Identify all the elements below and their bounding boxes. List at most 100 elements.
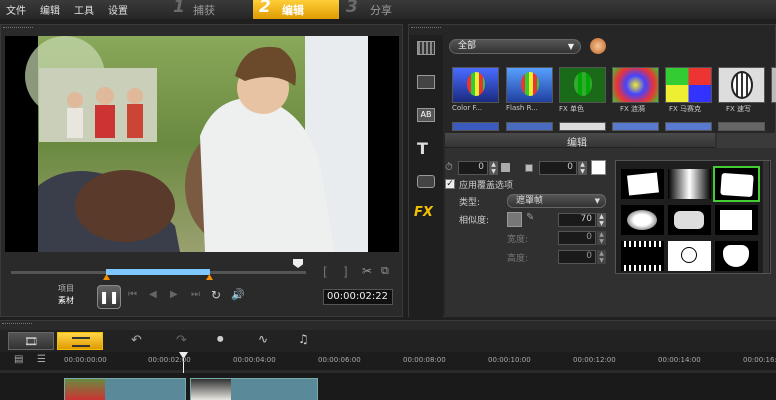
timecode-value: 00:00:02:22: [327, 291, 389, 302]
filter-partial[interactable]: [771, 67, 776, 103]
attribute-tab[interactable]: [717, 133, 776, 148]
color-swatch[interactable]: [591, 160, 606, 175]
step-capture[interactable]: 1 捕获: [165, 0, 251, 19]
category-dropdown[interactable]: 全部 ▼: [449, 39, 581, 54]
go-end-icon[interactable]: ⏭: [191, 289, 200, 300]
mask-frame-4[interactable]: [621, 205, 664, 235]
height-field[interactable]: 0: [558, 250, 596, 264]
fx-tab-icon[interactable]: FX: [414, 205, 440, 223]
filter-row2-4[interactable]: [665, 122, 712, 131]
media-tab-icon[interactable]: [417, 41, 435, 55]
enlarge-icon[interactable]: ⧉: [381, 264, 389, 278]
filter-ripple[interactable]: [612, 67, 659, 103]
list-icon[interactable]: ☰: [37, 354, 46, 365]
thumb-caption-2: FX 单色: [559, 105, 585, 113]
duration-a-stepper[interactable]: ▲ ▼: [489, 161, 498, 175]
storyboard-view-button[interactable]: 🎞: [8, 332, 54, 350]
audio-mixer-icon[interactable]: ∿: [258, 332, 268, 346]
panel-grip[interactable]: [411, 27, 441, 30]
duration-a-field[interactable]: 0: [458, 161, 488, 175]
undo-icon[interactable]: ↶: [131, 333, 142, 348]
similarity-color-swatch[interactable]: [507, 212, 522, 227]
mask-frame-5[interactable]: [668, 205, 711, 235]
apply-overlay-label: 应用覆盖选项: [459, 181, 514, 191]
video-clip-2[interactable]: [190, 378, 318, 400]
menu-settings[interactable]: 设置: [108, 2, 128, 17]
timeline-icon: [72, 337, 90, 347]
mask-frame-3-selected[interactable]: [713, 166, 760, 202]
filter-row2-2[interactable]: [559, 122, 606, 131]
track-manager-icon[interactable]: ▤: [14, 354, 23, 365]
panel-grip[interactable]: [2, 323, 32, 326]
browse-icon[interactable]: [590, 38, 606, 54]
instant-project-tab-icon[interactable]: [417, 75, 435, 89]
transition-tab-icon[interactable]: AB: [417, 108, 435, 122]
step-edit-label: 编辑: [282, 4, 304, 17]
duration-b-stepper[interactable]: ▲ ▼: [578, 161, 587, 175]
mask-shape: [627, 210, 657, 230]
filter-sketch[interactable]: [718, 67, 765, 103]
mask-frame-6[interactable]: [715, 205, 758, 235]
timecode-display[interactable]: 00:00:02:22: [323, 289, 393, 305]
filter-row2-3[interactable]: [612, 122, 659, 131]
similarity-field[interactable]: 70: [558, 213, 596, 227]
balloon-thumb: [574, 72, 592, 96]
mask-frame-9[interactable]: [715, 241, 758, 271]
menu-edit[interactable]: 编辑: [40, 2, 60, 17]
menu-tools[interactable]: 工具: [74, 2, 94, 17]
repeat-icon[interactable]: ↻: [211, 288, 221, 302]
clip-thumbnail: [191, 379, 231, 400]
width-stepper[interactable]: ▲ ▼: [597, 231, 606, 245]
pause-button[interactable]: ❚❚: [97, 285, 121, 309]
go-start-icon[interactable]: ⏮: [128, 289, 137, 300]
edit-tab[interactable]: 编辑: [445, 133, 715, 149]
mask-frame-2[interactable]: [668, 169, 711, 199]
video-clip-1[interactable]: [64, 378, 186, 400]
height-stepper[interactable]: ▲ ▼: [597, 250, 606, 264]
duration-icon-b[interactable]: [501, 163, 510, 172]
stop-icon[interactable]: [525, 164, 533, 172]
duration-b-field[interactable]: 0: [539, 161, 577, 175]
volume-icon[interactable]: 🔊: [231, 288, 245, 301]
filter-row2-5[interactable]: [718, 122, 765, 131]
filter-mosaic[interactable]: [665, 67, 712, 103]
redo-icon[interactable]: ↷: [176, 333, 187, 348]
similarity-label: 相似度:: [459, 216, 490, 226]
apply-overlay-checkbox[interactable]: ✓: [445, 179, 455, 189]
mask-frame-7[interactable]: [621, 241, 664, 271]
timeline-view-button[interactable]: [57, 332, 103, 350]
step-share[interactable]: 3 分享: [341, 0, 427, 19]
type-dropdown[interactable]: 遮罩帧 ▼: [507, 194, 606, 208]
auto-music-icon[interactable]: ♫: [298, 332, 309, 346]
scissors-icon[interactable]: ✂: [362, 264, 372, 278]
next-frame-icon[interactable]: ▶: [170, 289, 178, 300]
filter-color-f[interactable]: [452, 67, 499, 103]
mask-frame-1[interactable]: [621, 169, 664, 199]
scrub-playhead[interactable]: [293, 259, 303, 268]
title-tab-icon[interactable]: T: [417, 139, 428, 158]
filter-row2-0[interactable]: [452, 122, 499, 131]
prev-frame-icon[interactable]: ◀: [149, 289, 157, 300]
mask-scrollbar[interactable]: [763, 161, 769, 273]
graphic-tab-icon[interactable]: [417, 175, 435, 188]
filter-mono[interactable]: [559, 67, 606, 103]
menu-file[interactable]: 文件: [6, 2, 26, 17]
similarity-stepper[interactable]: ▲ ▼: [597, 213, 606, 227]
filter-row2-1[interactable]: [506, 122, 553, 131]
filter-flash[interactable]: [506, 67, 553, 103]
step-edit[interactable]: 2 编辑: [253, 0, 339, 19]
mark-in-button[interactable]: [: [323, 265, 328, 279]
record-capture-icon[interactable]: ⏺: [217, 332, 224, 347]
tick-label: 00:00:00:00: [64, 356, 107, 364]
thumb-caption-4: FX 马赛克: [669, 105, 702, 113]
eyedropper-icon[interactable]: ✎: [526, 212, 534, 223]
tick-label: 00:00:06:00: [318, 356, 361, 364]
panel-grip[interactable]: [3, 27, 33, 30]
mark-out-button[interactable]: ]: [343, 265, 348, 279]
mode-clip-label[interactable]: 素材: [58, 295, 74, 306]
step-edit-number: 2: [259, 0, 271, 17]
width-field[interactable]: 0: [558, 231, 596, 245]
mask-frame-8[interactable]: [668, 241, 711, 271]
preview-window[interactable]: [5, 36, 399, 253]
mode-project-label[interactable]: 项目: [58, 283, 74, 294]
